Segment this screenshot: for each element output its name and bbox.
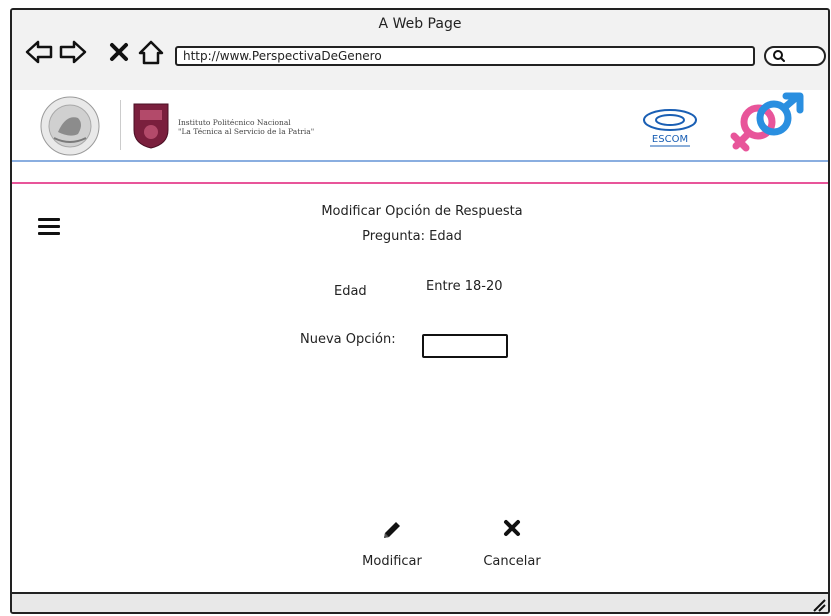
resize-grip-icon[interactable]	[810, 596, 826, 612]
search-icon	[773, 50, 785, 62]
back-arrow-icon[interactable]	[24, 38, 54, 66]
close-icon[interactable]	[108, 38, 130, 66]
escom-text: ESCOM	[652, 134, 688, 145]
cancel-label: Cancelar	[483, 554, 541, 569]
mexico-seal-logo	[40, 96, 100, 156]
browser-window: A Web Page http://www.PerspectivaDeGener…	[10, 8, 830, 614]
status-bar	[12, 592, 828, 612]
institution-line-1: Instituto Politécnico Nacional	[178, 118, 291, 127]
escom-logo: ESCOM	[643, 109, 697, 147]
url-bar[interactable]: http://www.PerspectivaDeGenero	[175, 46, 755, 66]
institution-line-2: "La Técnica al Servicio de la Patria"	[178, 127, 315, 136]
institution-name: Instituto Politécnico Nacional "La Técni…	[178, 118, 314, 136]
field-label: Edad	[334, 284, 367, 299]
new-option-input[interactable]	[422, 334, 508, 358]
gender-symbols-logo	[730, 92, 804, 152]
cancel-button[interactable]: Cancelar	[472, 518, 552, 569]
modify-label: Modificar	[362, 554, 422, 569]
header-blue-rule	[12, 160, 828, 162]
pencil-icon	[384, 522, 400, 538]
field-value: Entre 18-20	[426, 279, 503, 294]
home-icon[interactable]	[136, 38, 166, 66]
new-option-label: Nueva Opción:	[300, 332, 396, 347]
window-title: A Web Page	[378, 16, 462, 32]
modify-button[interactable]: Modificar	[352, 518, 432, 569]
menu-icon[interactable]	[38, 218, 60, 236]
header-pink-rule	[12, 182, 828, 184]
browser-search-box[interactable]	[764, 46, 826, 66]
browser-chrome: A Web Page http://www.PerspectivaDeGener…	[12, 10, 828, 92]
page-subtitle: Pregunta: Edad	[362, 229, 462, 244]
close-x-icon	[504, 520, 520, 536]
page-title: Modificar Opción de Respuesta	[321, 204, 523, 219]
forward-arrow-icon[interactable]	[58, 38, 88, 66]
site-header: Instituto Politécnico Nacional "La Técni…	[12, 90, 828, 160]
header-separator	[120, 100, 121, 150]
ipn-logo	[133, 103, 169, 149]
